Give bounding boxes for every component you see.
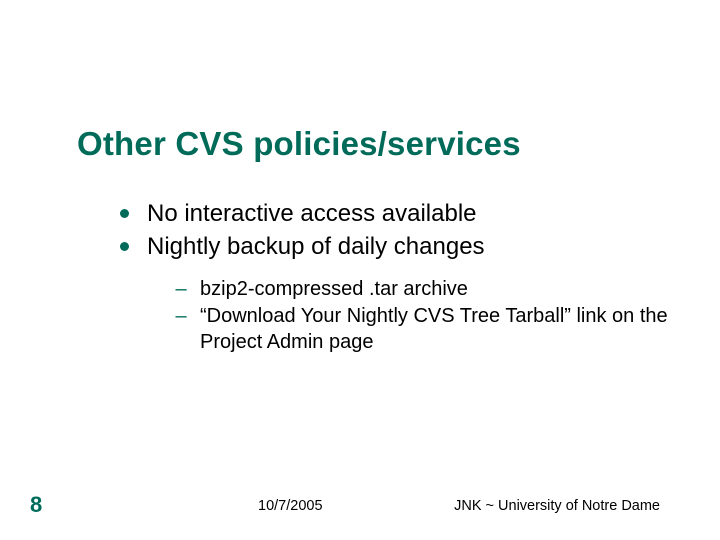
sublist: – bzip2-compressed .tar archive – “Downl… (174, 276, 670, 355)
footer-date: 10/7/2005 (258, 498, 323, 514)
dash-icon: – (174, 303, 188, 329)
bullet-icon (120, 209, 129, 218)
list-item-text: “Download Your Nightly CVS Tree Tarball”… (200, 303, 670, 356)
list-item: Nightly backup of daily changes (120, 231, 670, 262)
list-item-text: bzip2-compressed .tar archive (200, 276, 670, 302)
slide-title: Other CVS policies/services (77, 125, 521, 163)
list-item-text: Nightly backup of daily changes (147, 231, 485, 262)
bullet-icon (120, 242, 129, 251)
list-item: – bzip2-compressed .tar archive (174, 276, 670, 302)
dash-icon: – (174, 276, 188, 302)
page-number: 8 (30, 492, 42, 518)
list-item: No interactive access available (120, 198, 670, 229)
list-item: – “Download Your Nightly CVS Tree Tarbal… (174, 303, 670, 356)
list-item-text: No interactive access available (147, 198, 477, 229)
slide: Other CVS policies/services No interacti… (0, 0, 720, 540)
slide-body: No interactive access available Nightly … (120, 198, 670, 356)
footer-attribution: JNK ~ University of Notre Dame (454, 498, 660, 514)
